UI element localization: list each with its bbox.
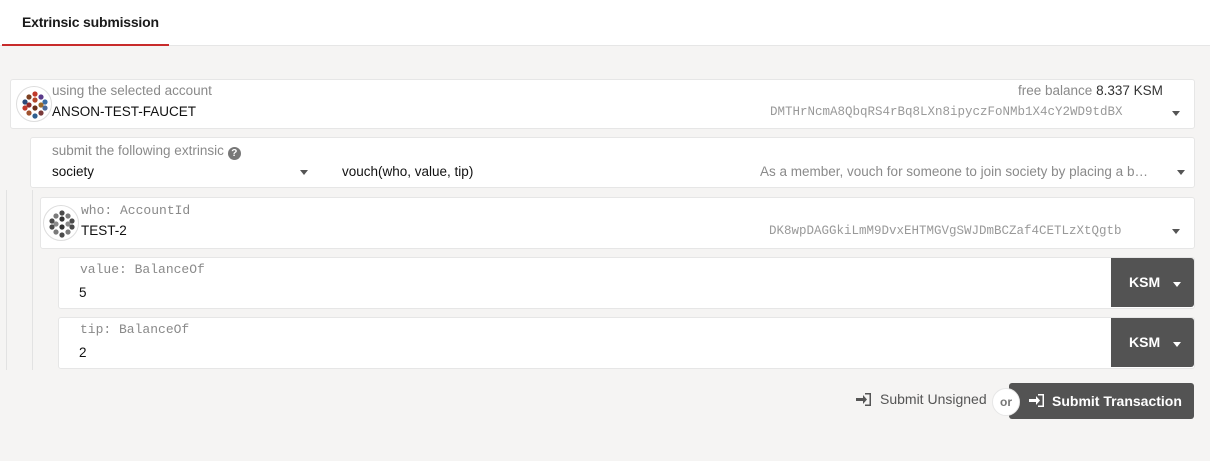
caret-down-icon <box>1173 342 1181 347</box>
submit-transaction-button[interactable]: Submit Transaction <box>1009 383 1194 419</box>
caret-down-icon <box>1172 111 1180 116</box>
params-guide-line <box>6 190 7 370</box>
tab-label: Extrinsic submission <box>22 14 159 30</box>
caret-down-icon <box>1177 170 1185 175</box>
params-guide-line-inner <box>32 190 33 370</box>
method-description: As a member, vouch for someone to join s… <box>760 164 1148 179</box>
or-separator: or <box>992 388 1020 416</box>
method-dropdown[interactable]: vouch(who, value, tip) As a member, vouc… <box>331 138 1194 187</box>
free-balance-label: free balance <box>1018 83 1093 98</box>
free-balance-value: 8.337 KSM <box>1096 83 1163 98</box>
account-selector[interactable]: using the selected account ANSON-TEST-FA… <box>10 79 1195 129</box>
caret-down-icon <box>300 170 308 175</box>
sign-in-icon <box>1029 394 1044 407</box>
value-input[interactable] <box>79 282 1079 302</box>
who-label: who: AccountId <box>81 203 191 218</box>
account-address: DMTHrNcmA8QbqRS4rBq8LXn8ipyczFoNMb1X4cY2… <box>770 105 1123 119</box>
tip-input[interactable] <box>79 342 1079 362</box>
sign-in-icon <box>856 393 871 406</box>
param-tip: tip: BalanceOf KSM <box>58 317 1195 369</box>
submit-unsigned-label: Submit Unsigned <box>880 391 987 407</box>
value-unit-label: KSM <box>1129 274 1161 290</box>
tip-label: tip: BalanceOf <box>80 322 190 337</box>
caret-down-icon <box>1173 282 1181 287</box>
param-value: value: BalanceOf KSM <box>58 257 1195 309</box>
account-label: using the selected account <box>52 83 212 98</box>
account-identicon <box>16 86 52 122</box>
submit-transaction-label: Submit Transaction <box>1052 393 1182 409</box>
param-who[interactable]: who: AccountId TEST-2 DK8wpDAGGkiLmM9Dvx… <box>40 197 1195 249</box>
extrinsic-selector: submit the following extrinsic? society … <box>30 137 1195 188</box>
caret-down-icon <box>1172 229 1180 234</box>
tip-unit-label: KSM <box>1129 334 1161 350</box>
module-dropdown[interactable]: society <box>31 138 321 187</box>
who-address: DK8wpDAGGkiLmM9DvxEHTMGVgSWJDmBCZaf4CETL… <box>769 224 1122 238</box>
who-identicon <box>43 205 79 241</box>
method-value: vouch(who, value, tip) <box>342 164 474 179</box>
tip-unit-dropdown[interactable]: KSM <box>1111 318 1194 367</box>
value-unit-dropdown[interactable]: KSM <box>1111 258 1194 307</box>
tab-extrinsic-submission[interactable]: Extrinsic submission <box>2 0 169 46</box>
free-balance: free balance 8.337 KSM <box>1018 83 1163 98</box>
value-label: value: BalanceOf <box>80 262 205 277</box>
tab-bar: Extrinsic submission <box>0 0 1210 46</box>
module-value: society <box>52 164 95 179</box>
who-name: TEST-2 <box>81 223 127 238</box>
submit-unsigned-button[interactable]: Submit Unsigned <box>856 391 987 407</box>
account-name: ANSON-TEST-FAUCET <box>52 104 197 119</box>
